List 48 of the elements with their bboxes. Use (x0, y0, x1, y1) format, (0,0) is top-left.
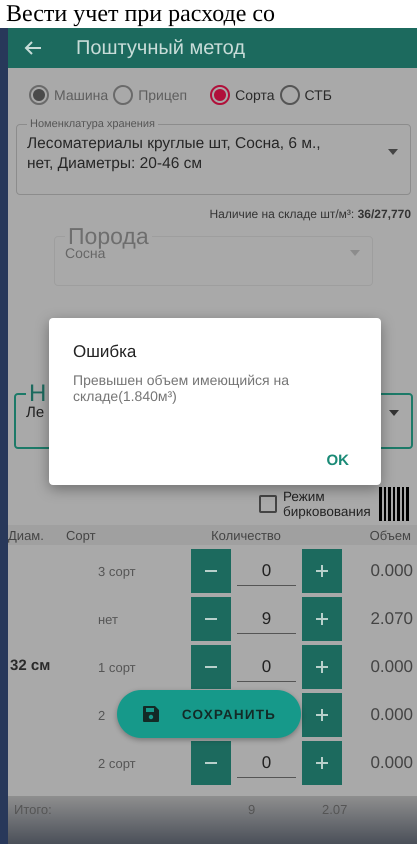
grade-cell: 3 сорт (98, 564, 136, 578)
ok-button[interactable]: OK (318, 446, 357, 475)
quantity-field[interactable]: 9 (237, 604, 296, 634)
save-button[interactable]: СОХРАНИТЬ (117, 690, 301, 738)
checkbox-label: Режим бирковования (283, 489, 372, 519)
quantity-field[interactable]: 0 (237, 748, 296, 778)
column-header: Объем (368, 528, 412, 543)
plus-button[interactable] (302, 693, 342, 737)
volume-cell-text: 0.000 (369, 705, 414, 725)
checkbox[interactable] (259, 495, 277, 513)
stock-text: Наличие на складе шт/м³: 36/27,770 (208, 206, 412, 221)
radio-option[interactable]: Сорта (209, 84, 275, 106)
quantity-field[interactable]: 0 (237, 556, 296, 586)
grade-cell: нет (98, 612, 118, 626)
diameter-cell-text: 32 см (9, 656, 52, 676)
plus-icon (315, 708, 329, 722)
column-header: Количество (210, 528, 282, 543)
save-icon (142, 705, 160, 723)
grade-cell: 2 (98, 708, 106, 722)
plus-icon (315, 660, 329, 674)
dialog-message: Превышен объем имеющийся на складе(1.840м³) (73, 372, 290, 404)
dialog-title: Ошибка (73, 342, 138, 362)
dropdown-caret-icon (388, 149, 398, 155)
species-dropdown: Порода Сосна (54, 227, 373, 286)
plus-button[interactable] (302, 645, 342, 689)
plus-button[interactable] (302, 597, 342, 641)
column-header: Диам. (8, 528, 45, 543)
grade-cell: 2 сорт (98, 756, 136, 770)
caption-text: Вести учет при расходе со (5, 0, 276, 28)
plus-icon (315, 756, 329, 770)
back-icon[interactable] (24, 40, 42, 56)
plus-button[interactable] (302, 549, 342, 593)
dropdown-caret-icon (350, 250, 360, 256)
plus-icon (315, 564, 329, 578)
plus-icon (315, 612, 329, 626)
volume-cell-text: 2.070 (369, 609, 414, 629)
storage-dropdown[interactable]: Номенклатура хранения Лесоматериалы круглые шт, Сосна, 6 м., нет, Диаметры: 20-46 см (16, 118, 411, 195)
plus-button[interactable] (302, 741, 342, 785)
volume-cell-text: 0.000 (369, 753, 414, 773)
barcode-icon[interactable] (379, 487, 409, 521)
column-header: Сорт (66, 528, 97, 543)
grade-cell: 1 сорт (98, 660, 136, 674)
screen-title: Поштучный метод (76, 36, 245, 60)
volume-cell-text: 0.000 (369, 561, 414, 581)
dropdown-caret-icon (389, 410, 399, 416)
quantity-field[interactable]: 0 (237, 652, 296, 682)
radio-option[interactable]: СТБ (278, 84, 332, 106)
volume-cell-text: 0.000 (369, 657, 414, 677)
